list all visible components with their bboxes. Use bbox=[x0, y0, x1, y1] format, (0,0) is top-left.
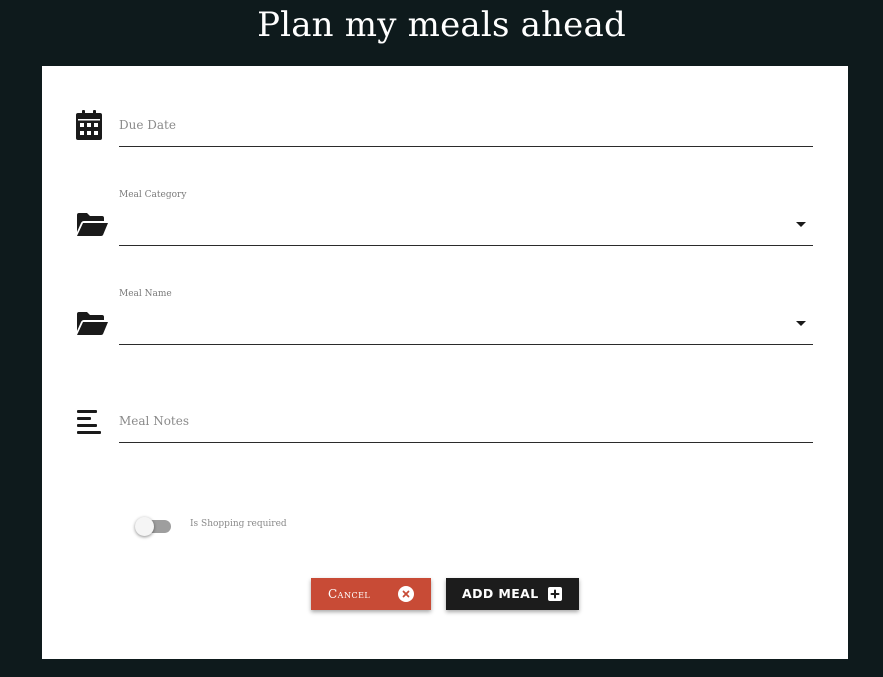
folder-open-icon bbox=[77, 213, 108, 236]
meal-category-select[interactable]: Meal Category bbox=[119, 186, 813, 246]
meal-notes-underline bbox=[119, 442, 813, 443]
align-left-icon bbox=[77, 410, 101, 434]
meal-name-underline bbox=[119, 344, 813, 345]
page-title: Plan my meals ahead bbox=[257, 5, 626, 45]
cancel-button-label: Cancel bbox=[328, 587, 371, 601]
meal-notes-field[interactable]: Meal Notes bbox=[119, 401, 813, 443]
meal-plan-form: Due Date Meal Category Meal Name Meal No… bbox=[42, 66, 848, 659]
calendar-icon bbox=[76, 110, 102, 140]
add-meal-button-label: ADD MEAL bbox=[462, 586, 539, 601]
toggle-thumb[interactable] bbox=[135, 517, 154, 536]
due-date-underline bbox=[119, 146, 813, 147]
cancel-button[interactable]: Cancel bbox=[311, 578, 431, 610]
plus-square-icon bbox=[548, 587, 562, 601]
close-circle-icon bbox=[398, 586, 414, 602]
chevron-down-icon bbox=[796, 321, 806, 326]
due-date-field[interactable]: Due Date bbox=[119, 106, 813, 147]
add-meal-button[interactable]: ADD MEAL bbox=[446, 578, 579, 610]
meal-notes-placeholder: Meal Notes bbox=[119, 414, 190, 428]
due-date-placeholder: Due Date bbox=[119, 118, 176, 132]
meal-name-label: Meal Name bbox=[119, 289, 172, 299]
meal-name-select[interactable]: Meal Name bbox=[119, 285, 813, 345]
meal-category-label: Meal Category bbox=[119, 190, 187, 200]
meal-category-underline bbox=[119, 245, 813, 246]
shopping-required-label: Is Shopping required bbox=[190, 519, 287, 529]
chevron-down-icon bbox=[796, 222, 806, 227]
folder-open-icon bbox=[77, 312, 108, 335]
